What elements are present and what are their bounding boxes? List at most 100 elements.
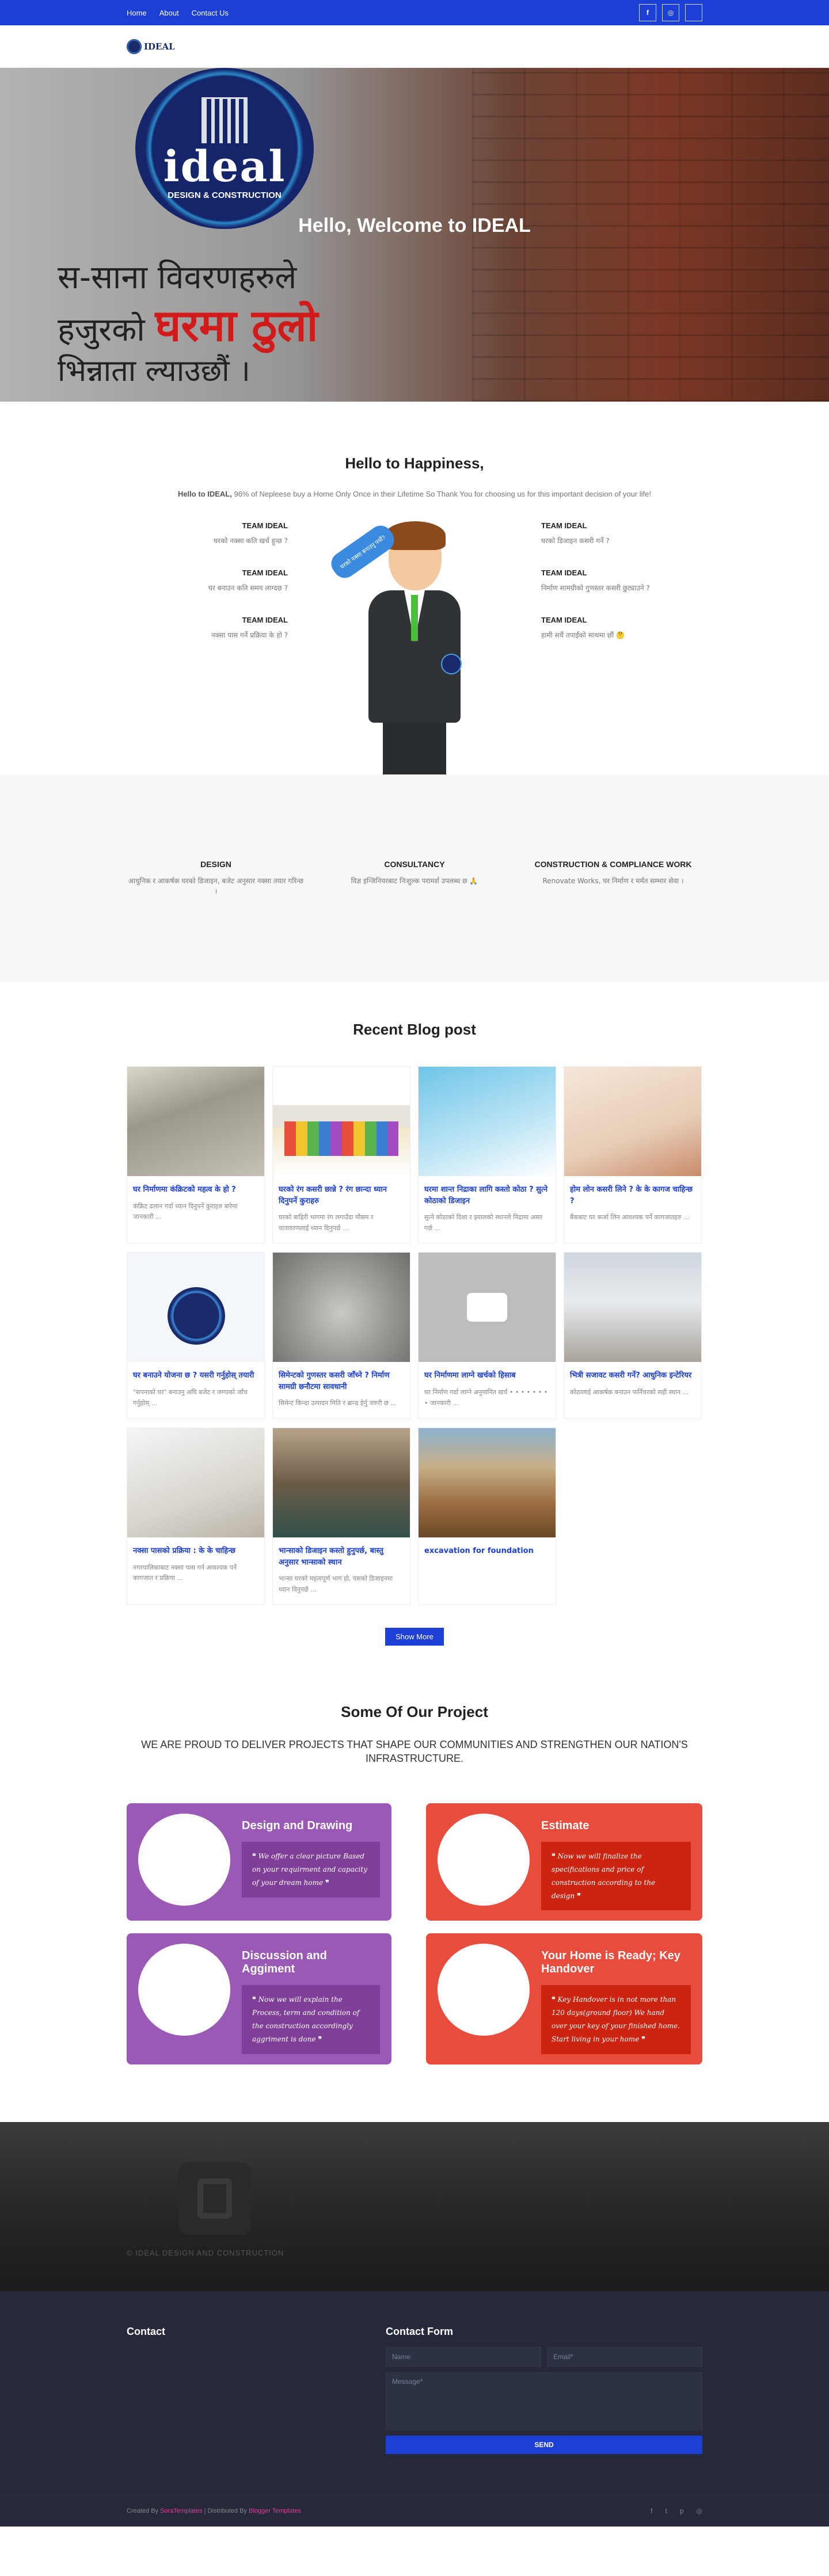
project-quote: ❝ Key Handover is in not more than 120 d… <box>541 1985 691 2054</box>
project-quote: ❝ Now we will explain the Process, term … <box>242 1985 380 2054</box>
blog-card-image[interactable] <box>419 1253 556 1363</box>
project-quote: ❝ We offer a clear picture Based on your… <box>242 1842 380 1898</box>
contact-title: Contact <box>127 2325 165 2337</box>
projects-grid: Design and Drawing ❝ We offer a clear pi… <box>127 1803 702 2064</box>
blog-card-excerpt: "सपनाको घर" बनाउनु अघि बजेट र जग्गाको जा… <box>133 1388 248 1407</box>
blog-card-title[interactable]: घरमा शान्त निद्राका लागि कस्तो कोठा ? सु… <box>424 1184 550 1207</box>
blog-card-image[interactable] <box>564 1253 701 1363</box>
blog-card-image[interactable] <box>273 1067 410 1176</box>
blog-card-title[interactable]: घर बनाउने योजना छ ? यसरी गर्नुहोस् तयारी <box>133 1370 258 1382</box>
twitter-icon[interactable]: t <box>665 2507 667 2515</box>
team-item-title: TEAM IDEAL <box>242 616 288 624</box>
message-field[interactable]: Message* <box>386 2372 702 2430</box>
nav-about[interactable]: About <box>159 9 179 17</box>
blog-card-image[interactable] <box>564 1067 701 1176</box>
blog-card-image[interactable] <box>127 1253 264 1363</box>
blog-card[interactable]: excavation for foundation <box>418 1428 556 1605</box>
blog-card-title[interactable]: भित्री सजावट कसरी गर्ने? आधुनिक इन्टेरिय… <box>570 1370 695 1382</box>
quote-close-icon: ❞ <box>575 1891 581 1900</box>
hero-title: Hello, Welcome to IDEAL <box>298 215 531 236</box>
hero-nepali-text: स-साना विवरणहरुले हजुरको घरमा ठुलो भिन्न… <box>58 258 318 390</box>
project-title: Your Home is Ready; Key Handover <box>541 1949 680 1976</box>
blog-card[interactable]: भित्री सजावट कसरी गर्ने? आधुनिक इन्टेरिय… <box>564 1252 702 1419</box>
blog-card-title[interactable]: सिमेन्टको गुणस्तर कसरी जाँच्ने ? निर्माण… <box>279 1370 404 1392</box>
happiness-section: Hello to Happiness, Hello to IDEAL, 96% … <box>0 402 829 774</box>
facebook-icon[interactable]: f <box>651 2507 652 2515</box>
facebook-icon[interactable]: f <box>639 4 656 21</box>
project-title: Estimate <box>541 1819 590 1833</box>
blog-card[interactable]: सिमेन्टको गुणस्तर कसरी जाँच्ने ? निर्माण… <box>272 1252 410 1419</box>
services-section: DESIGN आधुनिक र आकर्षक घरको डिजाइन, बजेट … <box>0 774 829 982</box>
project-card: Discussion and Aggiment ❝ Now we will ex… <box>127 1933 391 2064</box>
instagram-icon[interactable]: ◎ <box>697 2507 702 2515</box>
blog-card-title[interactable]: भान्साको डिजाइन कस्तो हुनुपर्छ, बास्तु अ… <box>279 1545 404 1568</box>
credits-created-link[interactable]: SoraTemplates <box>160 2508 202 2514</box>
blog-card-title[interactable]: नक्सा पासको प्रक्रिया : के के चाहिन्छ <box>133 1545 258 1557</box>
blog-card-title[interactable]: घर निर्माणमा लाग्ने खर्चको हिसाब <box>424 1370 550 1382</box>
blog-card-image[interactable] <box>273 1428 410 1538</box>
blog-card-body: घर निर्माणमा लाग्ने खर्चको हिसाब घर निर्म… <box>419 1362 556 1418</box>
blog-card-title[interactable]: घर निर्माणमा कंक्रिटको महत्व के हो ? <box>133 1184 258 1196</box>
email-field[interactable]: Email* <box>547 2346 702 2367</box>
project-quote-text: We offer a clear picture Based on your r… <box>252 1852 367 1887</box>
blog-card-excerpt: नगरपालिकाबाट नक्सा पास गर्न आवश्यक पर्ने… <box>133 1563 237 1582</box>
quote-close-icon: ❞ <box>323 1878 329 1887</box>
nav-contact[interactable]: Contact Us <box>192 9 229 17</box>
blog-card[interactable]: घरको रंग कसरी छान्ने ? रंग छान्दा ध्यान … <box>272 1066 410 1244</box>
blank-social-icon[interactable] <box>685 4 702 21</box>
blog-card-body: घरमा शान्त निद्राका लागि कस्तो कोठा ? सु… <box>419 1176 556 1243</box>
team-col-left: TEAM IDEAL घरको नक्सा कति खर्च हुन्छ ? TE… <box>127 521 288 774</box>
blog-card-image[interactable] <box>127 1428 264 1538</box>
nav-home[interactable]: Home <box>127 9 147 17</box>
blogger-icon <box>178 2162 251 2235</box>
team-item: TEAM IDEAL घर बनाउन कति समय लाग्दछ ? <box>127 568 288 593</box>
blog-card-image[interactable] <box>419 1067 556 1176</box>
team-item-text: नक्सा पास गर्ने प्रक्रिया के हो ? <box>211 631 288 639</box>
mascot-badge: घरको नक्सा बनाउनु पर्यो? <box>326 521 399 583</box>
blog-card-title[interactable]: घरको रंग कसरी छान्ने ? रंग छान्दा ध्यान … <box>279 1184 404 1207</box>
footer-social: f t p ◎ <box>651 2507 702 2515</box>
blog-card[interactable]: होम लोन कसरी लिने ? के के कागज चाहिन्छ ?… <box>564 1066 702 1244</box>
site-header: IDEAL <box>0 25 829 68</box>
mascot-tie <box>411 595 418 641</box>
service-consultancy: CONSULTANCY विज्ञ इन्जिनियरबाट निःशुल्क प… <box>325 860 504 896</box>
footer-copyright: © IDEAL DESIGN AND CONSTRUCTION <box>127 2248 284 2257</box>
blog-card-image[interactable] <box>419 1428 556 1538</box>
hero-logo-sub: DESIGN & CONSTRUCTION <box>168 190 282 200</box>
project-card: Your Home is Ready; Key Handover ❝ Key H… <box>426 1933 702 2064</box>
contact-form-title: Contact Form <box>386 2325 453 2337</box>
hero-line-3: भिन्नाता ल्याउछौं । <box>58 354 250 388</box>
project-quote-text: Now we will explain the Process, term an… <box>252 1995 360 2043</box>
project-title: Design and Drawing <box>242 1819 353 1833</box>
blog-card-body: होम लोन कसरी लिने ? के के कागज चाहिन्छ ?… <box>564 1176 701 1232</box>
blog-card-title[interactable]: excavation for foundation <box>424 1545 550 1557</box>
blog-card[interactable]: घर बनाउने योजना छ ? यसरी गर्नुहोस् तयारी… <box>127 1252 265 1419</box>
blog-card-excerpt: कंक्रिट ढलान गर्दा ध्यान दिनुपर्ने कुराह… <box>133 1202 238 1221</box>
blog-card[interactable]: घरमा शान्त निद्राका लागि कस्तो कोठा ? सु… <box>418 1066 556 1244</box>
project-image <box>438 1944 530 2036</box>
blog-card-excerpt: भान्सा घरको महत्वपूर्ण भाग हो, यसको डिजा… <box>279 1575 393 1593</box>
pinterest-icon[interactable]: p <box>680 2507 684 2515</box>
blog-card[interactable]: घर निर्माणमा कंक्रिटको महत्व के हो ? कंक्… <box>127 1066 265 1244</box>
show-more-button[interactable]: Show More <box>385 1628 444 1646</box>
credits-distributed-link[interactable]: Blogger Templates <box>249 2508 301 2514</box>
site-logo[interactable]: IDEAL <box>127 39 175 54</box>
name-field[interactable]: Name <box>386 2346 541 2367</box>
blog-card-image[interactable] <box>127 1067 264 1176</box>
blog-card[interactable]: घर निर्माणमा लाग्ने खर्चको हिसाब घर निर्म… <box>418 1252 556 1419</box>
blog-card-excerpt: बैंकबाट घर कर्जा लिन आवश्यक पर्ने कागजात… <box>570 1213 690 1221</box>
service-title: CONSULTANCY <box>384 860 445 869</box>
projects-section: Some Of Our Project WE ARE PROUD TO DELI… <box>0 1669 829 2121</box>
team-item: TEAM IDEAL घरको नक्सा कति खर्च हुन्छ ? <box>127 521 288 545</box>
instagram-icon[interactable]: ◎ <box>662 4 679 21</box>
blog-card-title[interactable]: होम लोन कसरी लिने ? के के कागज चाहिन्छ ? <box>570 1184 695 1207</box>
quote-close-icon: ❞ <box>315 2035 322 2043</box>
building-icon <box>201 97 248 143</box>
blog-card[interactable]: नक्सा पासको प्रक्रिया : के के चाहिन्छ नगर… <box>127 1428 265 1605</box>
blog-card-image[interactable] <box>273 1253 410 1363</box>
blog-card-excerpt: घर निर्माण गर्दा लाग्ने अनुमानित खर्च • … <box>424 1388 548 1407</box>
credits-created: Created By <box>127 2507 161 2514</box>
send-button[interactable]: SEND <box>386 2435 702 2454</box>
project-card: Estimate ❝ Now we will finalize the spec… <box>426 1803 702 1921</box>
blog-card[interactable]: भान्साको डिजाइन कस्तो हुनुपर्छ, बास्तु अ… <box>272 1428 410 1605</box>
